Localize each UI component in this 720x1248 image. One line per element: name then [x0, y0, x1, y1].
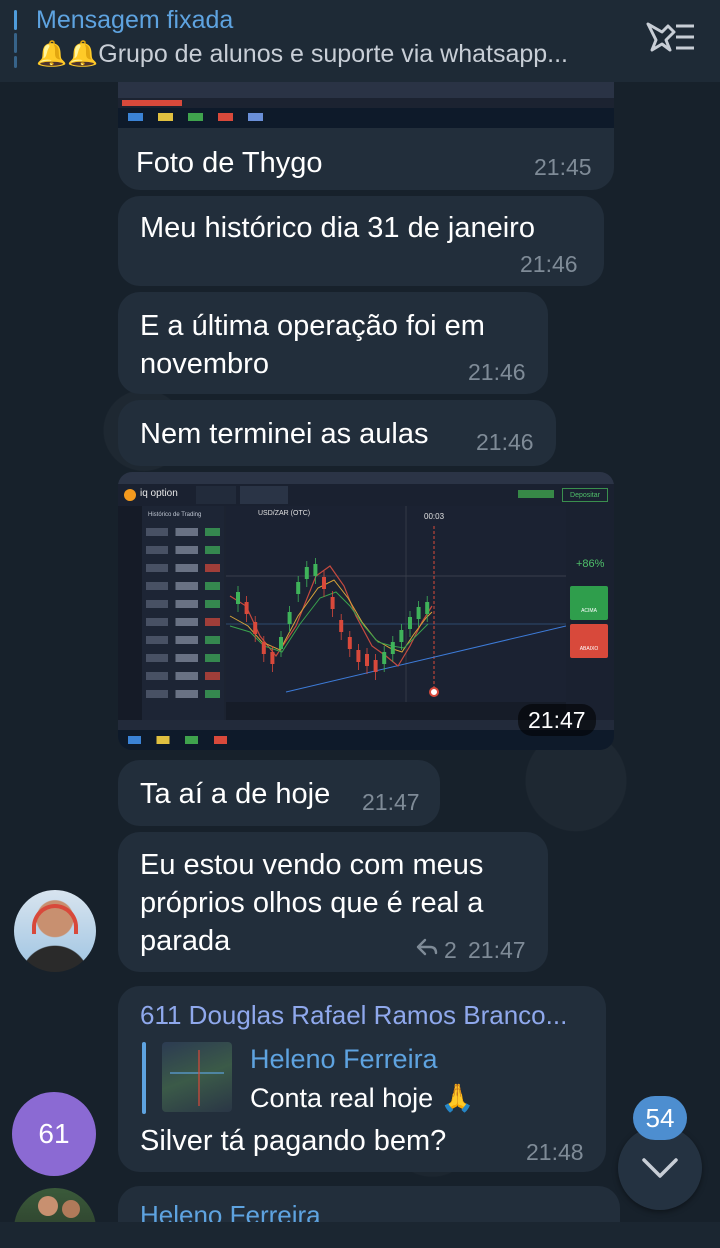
candle-body — [356, 650, 361, 662]
photo-time: 21:47 — [518, 704, 596, 736]
candle-body — [253, 622, 258, 634]
brand-name: iq option — [140, 488, 178, 499]
message-time: 21:46 — [476, 429, 534, 455]
pinned-indicator — [14, 10, 17, 68]
bottom-strip — [0, 1222, 720, 1248]
reply-quote[interactable]: Heleno Ferreira Conta real hoje 🙏 — [142, 1042, 522, 1114]
candle-body — [287, 612, 292, 624]
candle-body — [408, 617, 412, 629]
candle-body — [390, 642, 395, 654]
unread-count-badge: 54 — [633, 1096, 687, 1140]
history-row[interactable] — [146, 654, 220, 662]
headphones-icon — [32, 904, 78, 934]
history-row[interactable] — [146, 672, 220, 680]
candle-body — [236, 592, 240, 604]
up-button[interactable]: ACIMA — [570, 586, 608, 620]
candle-body — [373, 660, 378, 672]
chevron-down-icon — [642, 1158, 678, 1178]
message-photo-caption[interactable]: Foto de Thygo 21:45 — [118, 82, 614, 190]
history-row[interactable] — [146, 564, 220, 572]
payout-percent: +86% — [576, 558, 605, 570]
candle-body — [322, 577, 326, 589]
candle-body — [279, 637, 283, 649]
candle-body — [425, 602, 430, 614]
quote-text: Conta real hoje 🙏 — [250, 1083, 475, 1113]
pinned-title: Mensagem fixada — [36, 6, 234, 34]
pinned-text: 🔔🔔Grupo de alunos e suporte via whatsapp… — [36, 40, 568, 68]
history-title: Histórico de Trading — [148, 512, 202, 518]
pinned-message-bar[interactable]: Mensagem fixada 🔔🔔Grupo de alunos e supo… — [0, 0, 720, 82]
trading-screenshot-photo[interactable]: iq option Depositar Histórico de Trading… — [118, 472, 614, 750]
candle-body — [270, 652, 275, 664]
candle-body — [330, 597, 335, 609]
sender-avatar-initials[interactable]: 61 — [12, 1092, 96, 1176]
candles — [226, 506, 566, 702]
message-text: Meu histórico dia 31 de janeiro — [140, 212, 535, 244]
candle-body — [382, 652, 387, 664]
deposit-button[interactable]: Depositar — [562, 488, 608, 502]
reply-icon — [416, 938, 438, 956]
message-text-line: parada — [140, 925, 231, 957]
history-row[interactable] — [146, 546, 220, 554]
message-text: Nem terminei as aulas — [140, 418, 429, 450]
message-text: Ta aí a de hoje — [140, 778, 331, 810]
candle-body — [244, 602, 249, 614]
history-row[interactable] — [146, 600, 220, 608]
message-time: 21:46 — [468, 359, 526, 385]
asset-tab[interactable] — [196, 486, 236, 504]
quote-thumbnail — [162, 1042, 232, 1112]
candle-body — [416, 607, 421, 619]
quote-author: Heleno Ferreira — [250, 1044, 438, 1074]
message-text: Silver tá pagando bem? — [140, 1125, 447, 1157]
candle-body — [304, 567, 309, 579]
message-text-line: Eu estou vendo com meus — [140, 849, 484, 881]
message-time: 21:48 — [526, 1139, 584, 1165]
brand-logo — [124, 489, 136, 501]
candle-body — [339, 620, 344, 632]
candle-body — [399, 630, 404, 642]
message-time: 21:47 — [468, 937, 526, 963]
message-bubble[interactable]: Ta aí a de hoje 21:47 — [118, 760, 440, 826]
message-bubble[interactable]: E a última operação foi em novembro 21:4… — [118, 292, 548, 394]
candle-body — [313, 564, 318, 576]
message-time: 21:47 — [362, 789, 420, 815]
history-row[interactable] — [146, 582, 220, 590]
message-text-line: novembro — [140, 348, 269, 380]
message-text-line: E a última operação foi em — [140, 310, 485, 342]
candle-body — [296, 582, 301, 594]
message-time: 21:46 — [520, 251, 578, 277]
message-bubble[interactable]: Eu estou vendo com meus próprios olhos q… — [118, 832, 548, 972]
candle-body — [365, 654, 369, 666]
reply-count[interactable]: 2 — [444, 937, 457, 964]
asset-tab-active[interactable] — [240, 486, 288, 504]
sender-name[interactable]: 611 Douglas Rafael Ramos Branco... — [140, 1000, 596, 1031]
history-row[interactable] — [146, 618, 220, 626]
pinned-list-icon[interactable] — [644, 20, 696, 54]
history-row[interactable] — [146, 528, 220, 536]
sender-avatar[interactable] — [14, 890, 96, 972]
history-row[interactable] — [146, 636, 220, 644]
message-bubble[interactable]: Nem terminei as aulas 21:46 — [118, 400, 556, 466]
message-text: Foto de Thygo — [136, 147, 323, 179]
candle-body — [261, 642, 266, 654]
candle-body — [347, 637, 352, 649]
cropped-photo[interactable] — [118, 82, 614, 128]
history-row[interactable] — [146, 690, 220, 698]
message-time: 21:45 — [534, 154, 592, 180]
message-bubble[interactable]: Meu histórico dia 31 de janeiro 21:46 — [118, 196, 604, 286]
down-button[interactable]: ABAIXO — [570, 624, 608, 658]
message-bubble-with-quote[interactable]: 611 Douglas Rafael Ramos Branco... Helen… — [118, 986, 606, 1172]
message-text-line: próprios olhos que é real a — [140, 887, 484, 919]
